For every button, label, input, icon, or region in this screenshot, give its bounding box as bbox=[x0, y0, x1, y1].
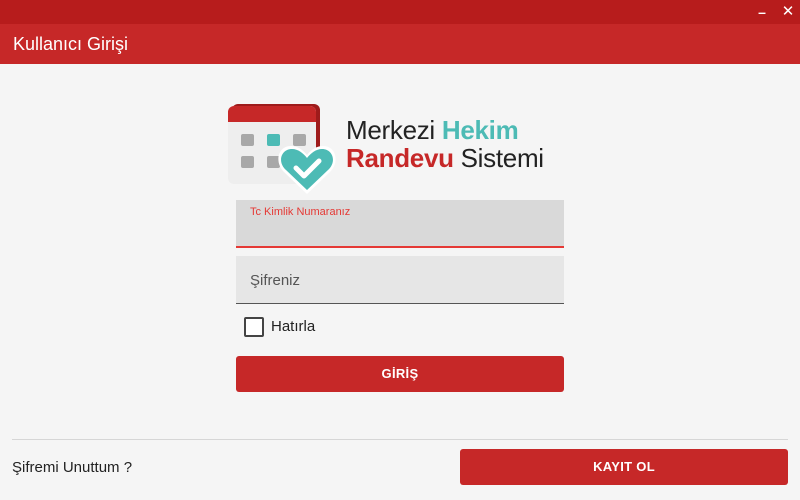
password-input[interactable] bbox=[250, 270, 550, 290]
logo-word-hekim: Hekim bbox=[441, 115, 519, 145]
logo-wordmark: Merkezi Hekim Randevu Sistemi bbox=[346, 116, 544, 172]
logo-word-randevu: Randevu bbox=[346, 143, 454, 173]
divider bbox=[12, 439, 788, 440]
window-titlebar: – ✕ bbox=[0, 0, 800, 24]
login-button[interactable]: GİRİŞ bbox=[236, 356, 564, 392]
page-title: Kullanıcı Girişi bbox=[13, 34, 129, 54]
register-button[interactable]: KAYIT OL bbox=[460, 449, 788, 485]
tc-kimlik-label: Tc Kimlik Numaranız bbox=[250, 206, 351, 218]
app-logo: Merkezi Hekim Randevu Sistemi bbox=[226, 102, 576, 194]
calendar-heart-check-icon bbox=[228, 104, 336, 194]
forgot-password-link[interactable]: Şifremi Unuttum ? bbox=[12, 459, 132, 476]
logo-word-sistemi: Sistemi bbox=[460, 143, 544, 173]
password-field[interactable] bbox=[236, 256, 564, 304]
tc-kimlik-input[interactable] bbox=[250, 222, 550, 242]
remember-label[interactable]: Hatırla bbox=[271, 318, 315, 335]
remember-checkbox[interactable] bbox=[244, 317, 264, 337]
logo-word-merkezi: Merkezi bbox=[346, 115, 435, 145]
app-header: Kullanıcı Girişi bbox=[0, 24, 800, 64]
tc-kimlik-field[interactable]: Tc Kimlik Numaranız bbox=[236, 200, 564, 248]
close-button[interactable]: ✕ bbox=[778, 2, 798, 22]
minimize-button[interactable]: – bbox=[752, 2, 772, 22]
